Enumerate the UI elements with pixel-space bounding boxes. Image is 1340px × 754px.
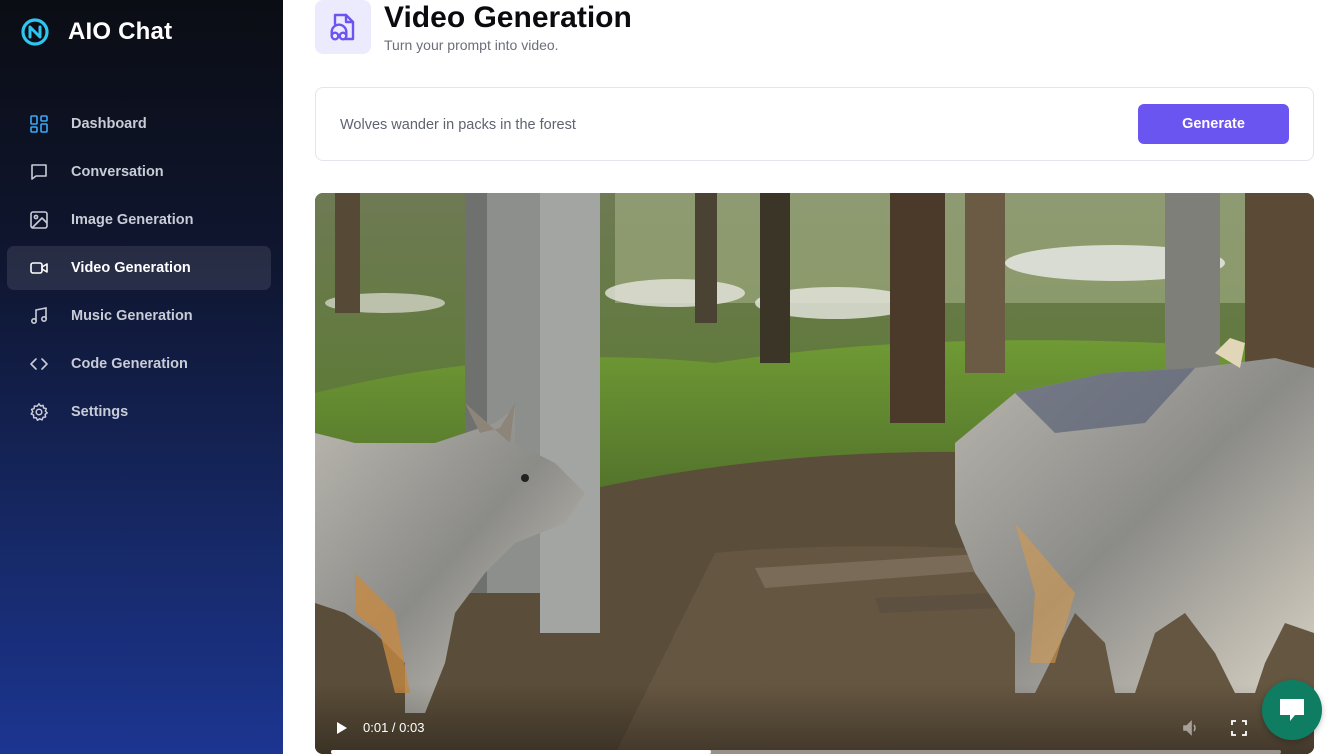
file-music-icon [330, 13, 355, 41]
video-progress-fill [331, 750, 711, 754]
brand-name: AIO Chat [68, 18, 173, 45]
app-window: AIO Chat Dashboard Conversation Image Ge… [0, 0, 1340, 754]
chat-widget-button[interactable] [1262, 680, 1322, 740]
sidebar-item-label: Video Generation [71, 260, 191, 276]
video-progress-bar[interactable] [331, 750, 1281, 754]
gear-icon [29, 402, 49, 422]
video-frame-wolves [315, 193, 1314, 754]
main-content: Video Generation Turn your prompt into v… [283, 0, 1340, 754]
sidebar-item-label: Image Generation [71, 212, 194, 228]
play-icon[interactable] [331, 718, 351, 738]
sidebar-item-conversation[interactable]: Conversation [7, 150, 271, 194]
prompt-card: Generate [315, 87, 1314, 161]
fullscreen-icon[interactable] [1229, 718, 1249, 738]
sidebar-item-code-generation[interactable]: Code Generation [7, 342, 271, 386]
sidebar-item-image-generation[interactable]: Image Generation [7, 198, 271, 242]
prompt-input[interactable] [340, 112, 1100, 138]
sidebar-item-label: Music Generation [71, 308, 193, 324]
generate-button[interactable]: Generate [1138, 104, 1289, 144]
video-player[interactable]: 0:01 / 0:03 [315, 193, 1314, 754]
sidebar-item-label: Conversation [71, 164, 164, 180]
code-icon [29, 354, 49, 374]
page-title: Video Generation [384, 1, 632, 34]
video-controls: 0:01 / 0:03 [315, 684, 1314, 754]
brand-logo-icon [21, 18, 49, 46]
volume-icon[interactable] [1181, 718, 1201, 738]
sidebar-item-settings[interactable]: Settings [7, 390, 271, 434]
video-icon [29, 258, 49, 278]
music-icon [29, 306, 49, 326]
page-icon-tile [315, 0, 371, 54]
sidebar-item-label: Code Generation [71, 356, 188, 372]
chat-bubble-icon [29, 162, 49, 182]
sidebar-item-video-generation[interactable]: Video Generation [7, 246, 271, 290]
sidebar: AIO Chat Dashboard Conversation Image Ge… [0, 0, 283, 754]
sidebar-item-music-generation[interactable]: Music Generation [7, 294, 271, 338]
sidebar-item-label: Dashboard [71, 116, 147, 132]
image-icon [29, 210, 49, 230]
sidebar-item-dashboard[interactable]: Dashboard [7, 102, 271, 146]
brand[interactable]: AIO Chat [20, 16, 172, 48]
chat-icon [1280, 699, 1304, 721]
sidebar-item-label: Settings [71, 404, 129, 420]
video-time-display: 0:01 / 0:03 [363, 720, 425, 735]
page-subtitle: Turn your prompt into video. [384, 37, 559, 53]
dashboard-icon [29, 114, 49, 134]
sidebar-nav: Dashboard Conversation Image Generation … [7, 102, 271, 438]
